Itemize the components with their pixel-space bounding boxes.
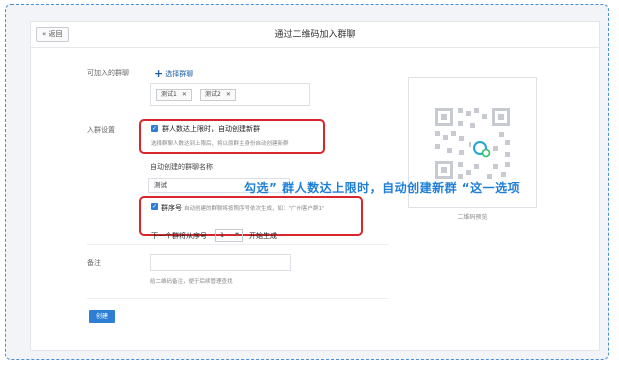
- serial-start-suffix: 开始生成: [249, 232, 277, 240]
- group-tag: 测试1 ✕: [156, 89, 192, 101]
- create-button[interactable]: 创建: [89, 310, 115, 323]
- serial-checkbox[interactable]: ✓: [151, 203, 158, 210]
- plus-icon: +: [154, 67, 164, 80]
- annotation-text: 勾选” 群人数达上限时，自动创建新群 “这一选项: [244, 181, 521, 195]
- group-tag-label: 测试1: [161, 91, 177, 98]
- selected-groups-box: 测试1 ✕ 测试2 ✕: [150, 83, 310, 106]
- serial-desc: 自动创建的群聊将按照序号依次生成，如："广州客户群1": [184, 206, 325, 212]
- settings-label: 入群设置: [87, 126, 115, 134]
- serial-start-value: 1: [220, 231, 225, 239]
- qr-preview-caption: 二维码预览: [457, 214, 488, 221]
- auto-create-title: 群人数达上限时，自动创建新群: [162, 125, 260, 133]
- divider: [87, 244, 389, 245]
- auto-create-checkbox[interactable]: ✓: [151, 125, 158, 132]
- groups-label: 可加入的群聊: [87, 69, 129, 77]
- serial-start-label: 下一个群将从序号: [151, 232, 207, 240]
- highlight-box-serial: [139, 196, 363, 236]
- remove-tag-icon[interactable]: ✕: [226, 91, 231, 98]
- page-title: 通过二维码加入群聊: [274, 30, 356, 40]
- remark-label: 备注: [87, 259, 101, 267]
- group-tag-label: 测试2: [205, 91, 221, 98]
- divider: [87, 298, 389, 299]
- chevron-down-icon: ▼: [235, 232, 239, 238]
- select-group-label: 选择群聊: [165, 70, 194, 78]
- serial-start-select[interactable]: 1 ▼: [215, 229, 243, 242]
- remove-tag-icon[interactable]: ✕: [182, 91, 187, 98]
- auto-create-desc: 选择群聊人数达到上限后，将以原群主身份自动创建新群: [151, 141, 289, 147]
- select-group-link[interactable]: + 选择群聊: [154, 67, 193, 80]
- remark-hint: 给二维码备注，便于后续管理查找: [150, 279, 233, 285]
- group-name-label: 自动创建的群聊名称: [150, 163, 213, 171]
- panel-header: 通过二维码加入群聊 « 返回: [31, 22, 599, 48]
- screenshot-frame: 通过二维码加入群聊 « 返回 可加入的群聊 + 选择群聊 测试1 ✕ 测试2 ✕ 入群…: [5, 4, 609, 360]
- serial-title: 群序号: [161, 204, 182, 212]
- qr-join-panel: 通过二维码加入群聊 « 返回 可加入的群聊 + 选择群聊 测试1 ✕ 测试2 ✕ 入群…: [30, 21, 600, 351]
- remark-input[interactable]: [150, 254, 291, 271]
- back-button[interactable]: « 返回: [36, 27, 69, 42]
- group-tag: 测试2 ✕: [200, 89, 236, 101]
